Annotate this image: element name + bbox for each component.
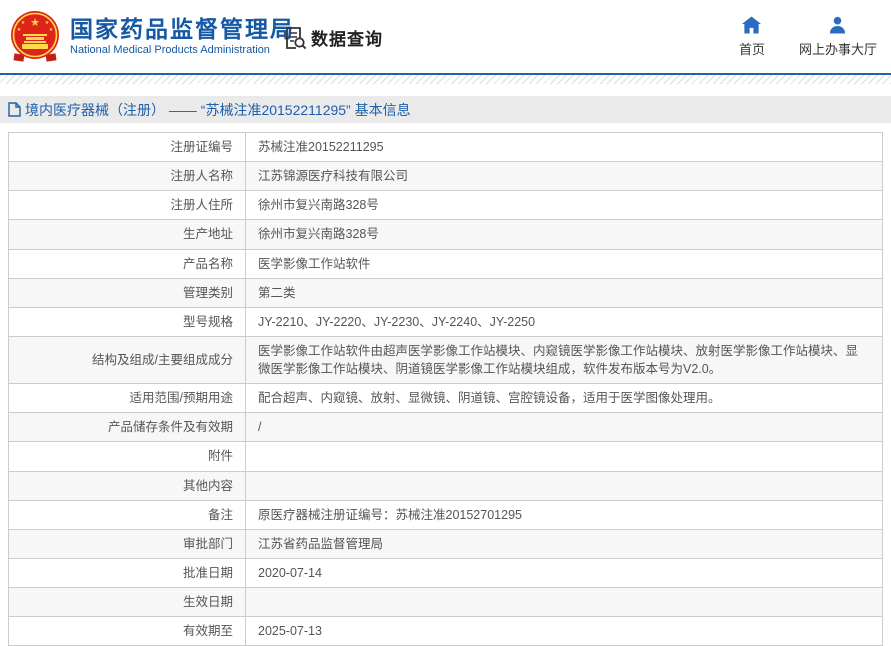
svg-text:★: ★ — [30, 17, 40, 29]
table-row: 产品名称医学影像工作站软件 — [9, 249, 883, 278]
table-row: 生效日期 — [9, 588, 883, 617]
row-label: 产品储存条件及有效期 — [9, 413, 246, 442]
row-value: 江苏省药品监督管理局 — [246, 529, 883, 558]
row-value — [246, 588, 883, 617]
nav-service-hall[interactable]: 网上办事大厅 — [799, 16, 877, 58]
row-label-text: 备注 — [208, 508, 233, 522]
nav-service-hall-label: 网上办事大厅 — [799, 39, 877, 58]
site-subtitle: National Medical Products Administration — [70, 44, 295, 56]
row-label: 产品名称 — [9, 249, 246, 278]
row-label-text: 审批部门 — [183, 537, 233, 551]
row-label-text: 适用范围/预期用途 — [130, 391, 233, 405]
info-table: 注册证编号苏械注准20152211295注册人名称江苏锦源医疗科技有限公司注册人… — [8, 132, 883, 646]
table-row: 适用范围/预期用途配合超声、内窥镜、放射、显微镜、阴道镜、宫腔镜设备，适用于医学… — [9, 384, 883, 413]
nav-home-label: 首页 — [739, 39, 765, 58]
row-value: JY-2210、JY-2220、JY-2230、JY-2240、JY-2250 — [246, 307, 883, 336]
row-label-text: 产品名称 — [183, 257, 233, 271]
page-icon — [8, 102, 21, 117]
row-value: 原医疗器械注册证编号：苏械注准20152701295 — [246, 500, 883, 529]
row-label: 有效期至 — [9, 617, 246, 646]
row-label: 注册证编号 — [9, 133, 246, 162]
row-label-text: 其他内容 — [183, 479, 233, 493]
table-row: 结构及组成/主要组成成分医学影像工作站软件由超声医学影像工作站模块、内窥镜医学影… — [9, 336, 883, 383]
row-label-text: 产品储存条件及有效期 — [108, 420, 233, 434]
person-icon — [828, 16, 847, 34]
row-value: 第二类 — [246, 278, 883, 307]
row-value: 苏械注准20152211295 — [246, 133, 883, 162]
data-query-nav[interactable]: 数据查询 — [283, 25, 383, 50]
table-row: 注册人住所徐州市复兴南路328号 — [9, 191, 883, 220]
row-label-text: 注册人名称 — [170, 169, 233, 183]
table-row: 生产地址徐州市复兴南路328号 — [9, 220, 883, 249]
row-value: 配合超声、内窥镜、放射、显微镜、阴道镜、宫腔镜设备，适用于医学图像处理用。 — [246, 384, 883, 413]
breadcrumb-text: 境内医疗器械（注册） —— “苏械注准20152211295” 基本信息 — [25, 100, 411, 120]
info-table-wrap: 注册证编号苏械注准20152211295注册人名称江苏锦源医疗科技有限公司注册人… — [8, 132, 883, 646]
header: ★ ★ ★ ★ ★ 国家药品监督管理局 National Medical Pro… — [0, 0, 891, 73]
national-emblem-logo: ★ ★ ★ ★ ★ — [10, 10, 60, 62]
table-row: 审批部门江苏省药品监督管理局 — [9, 529, 883, 558]
title-block: 国家药品监督管理局 National Medical Products Admi… — [70, 16, 295, 56]
row-label: 备注 — [9, 500, 246, 529]
row-label-text: 注册证编号 — [170, 140, 233, 154]
row-label-text: 有效期至 — [183, 624, 233, 638]
row-label: 生效日期 — [9, 588, 246, 617]
svg-text:★: ★ — [21, 20, 26, 26]
row-label-text: 注册人住所 — [170, 198, 233, 212]
hatch-band — [0, 75, 891, 84]
home-icon — [742, 16, 761, 34]
svg-text:★: ★ — [49, 27, 54, 33]
table-row: 备注原医疗器械注册证编号：苏械注准20152701295 — [9, 500, 883, 529]
row-label: 批准日期 — [9, 558, 246, 587]
table-row: 有效期至 2025-07-13 — [9, 617, 883, 646]
row-value: 江苏锦源医疗科技有限公司 — [246, 162, 883, 191]
row-label-text: 型号规格 — [183, 315, 233, 329]
table-row: 产品储存条件及有效期 / — [9, 413, 883, 442]
data-query-label: 数据查询 — [311, 25, 383, 50]
table-row: 附件 — [9, 442, 883, 471]
row-value: 医学影像工作站软件 — [246, 249, 883, 278]
row-value — [246, 471, 883, 500]
row-label: 注册人名称 — [9, 162, 246, 191]
row-label-text: 结构及组成/主要组成成分 — [92, 353, 233, 367]
row-label: 型号规格 — [9, 307, 246, 336]
row-label-text: 生效日期 — [183, 595, 233, 609]
nav-home[interactable]: 首页 — [739, 16, 765, 58]
svg-text:★: ★ — [45, 20, 50, 26]
row-label-text: 生产地址 — [183, 227, 233, 241]
table-row: 注册证编号苏械注准20152211295 — [9, 133, 883, 162]
row-value: 2025-07-13 — [246, 617, 883, 646]
row-label: 其他内容 — [9, 471, 246, 500]
row-label-text: 附件 — [208, 449, 233, 463]
row-label: 适用范围/预期用途 — [9, 384, 246, 413]
table-row: 其他内容 — [9, 471, 883, 500]
table-row: 批准日期 2020-07-14 — [9, 558, 883, 587]
document-search-icon — [283, 26, 307, 50]
row-value — [246, 442, 883, 471]
breadcrumb: 境内医疗器械（注册） —— “苏械注准20152211295” 基本信息 — [0, 96, 891, 123]
row-value: 徐州市复兴南路328号 — [246, 191, 883, 220]
row-label: 结构及组成/主要组成成分 — [9, 336, 246, 383]
row-value: 徐州市复兴南路328号 — [246, 220, 883, 249]
row-label-text: 批准日期 — [183, 566, 233, 580]
svg-text:★: ★ — [17, 27, 22, 33]
row-label: 生产地址 — [9, 220, 246, 249]
info-table-body: 注册证编号苏械注准20152211295注册人名称江苏锦源医疗科技有限公司注册人… — [9, 133, 883, 646]
row-label: 审批部门 — [9, 529, 246, 558]
row-value: 医学影像工作站软件由超声医学影像工作站模块、内窥镜医学影像工作站模块、放射医学影… — [246, 336, 883, 383]
row-label: 注册人住所 — [9, 191, 246, 220]
table-row: 注册人名称江苏锦源医疗科技有限公司 — [9, 162, 883, 191]
logo-group: ★ ★ ★ ★ ★ 国家药品监督管理局 National Medical Pro… — [10, 10, 295, 62]
header-nav-right: 首页 网上办事大厅 — [739, 16, 877, 58]
table-row: 型号规格 JY-2210、JY-2220、JY-2230、JY-2240、JY-2… — [9, 307, 883, 336]
row-label-text: 管理类别 — [183, 286, 233, 300]
row-label: 管理类别 — [9, 278, 246, 307]
table-row: 管理类别第二类 — [9, 278, 883, 307]
row-value: / — [246, 413, 883, 442]
row-value: 2020-07-14 — [246, 558, 883, 587]
row-label: 附件 — [9, 442, 246, 471]
site-title: 国家药品监督管理局 — [70, 16, 295, 42]
